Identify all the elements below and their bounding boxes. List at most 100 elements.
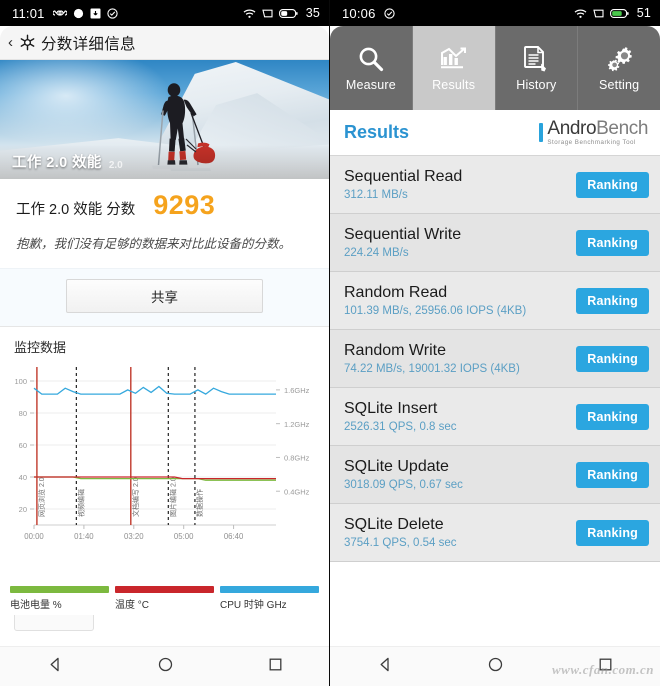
infinity-icon	[52, 8, 67, 18]
score-value: 9293	[153, 190, 216, 220]
back-icon[interactable]	[47, 656, 64, 678]
table-row[interactable]: Random Write 74.22 MB/s, 19001.32 IOPS (4…	[330, 330, 660, 388]
recents-icon[interactable]	[597, 656, 614, 678]
status-left-icons	[52, 7, 118, 19]
benchmark-version-badge: 2.0	[108, 160, 123, 171]
svg-text:1.2GHz: 1.2GHz	[284, 420, 310, 429]
result-value: 2526.31 QPS, 0.8 sec	[344, 421, 457, 433]
result-text: Sequential Read 312.11 MB/s	[344, 168, 462, 201]
ranking-button[interactable]: Ranking	[576, 229, 649, 256]
status-left-icons	[383, 7, 395, 19]
result-name: Random Write	[344, 342, 446, 359]
magnifier-icon	[356, 44, 386, 74]
brand-tick-icon	[539, 122, 544, 142]
result-value: 3018.09 QPS, 0.67 sec	[344, 479, 463, 491]
result-name: SQLite Update	[344, 458, 449, 475]
result-text: Sequential Write 224.24 MB/s	[344, 226, 461, 259]
check-circle-icon	[106, 7, 118, 19]
page-title: 分数详细信息	[41, 35, 136, 53]
svg-text:视频编辑: 视频编辑	[76, 489, 85, 517]
pcmark-logo-icon	[18, 33, 37, 52]
ranking-button[interactable]: Ranking	[576, 171, 649, 198]
status-right-icons: 35	[243, 6, 320, 20]
download-icon	[90, 8, 101, 19]
legend-swatch-cpu	[220, 586, 319, 593]
result-text: SQLite Delete 3754.1 QPS, 0.54 sec	[344, 516, 457, 549]
table-row[interactable]: Sequential Read 312.11 MB/s Ranking	[330, 156, 660, 214]
svg-text:80: 80	[19, 409, 27, 418]
tab-setting[interactable]: Setting	[578, 26, 660, 110]
ranking-button[interactable]: Ranking	[576, 287, 649, 314]
tab-history[interactable]: History	[495, 26, 579, 110]
wifi-icon	[574, 8, 587, 19]
monitoring-chart-svg: 100 80 60 40 20 1.6GHz 1.2GHz 0.8GHz 0.4GHz 00:00…	[14, 367, 310, 541]
battery-percent: 51	[636, 6, 651, 20]
result-value: 312.11 MB/s	[344, 189, 408, 201]
tab-label-measure: Measure	[345, 78, 396, 92]
result-value: 3754.1 QPS, 0.54 sec	[344, 537, 457, 549]
wifi-icon	[243, 8, 256, 19]
dual-phone-screenshot: 11:01 35 ‹ 分数详细信息 工作 2.0 效能 2.0 工作 2.0 效…	[0, 0, 660, 686]
ranking-button[interactable]: Ranking	[576, 345, 649, 372]
svg-text:06:40: 06:40	[224, 532, 244, 541]
legend-item-battery: 电池电量 %	[10, 586, 109, 611]
svg-text:20: 20	[19, 505, 27, 514]
tab-results[interactable]: Results	[412, 26, 496, 110]
result-name: Sequential Write	[344, 226, 462, 243]
left-phone-pcmark: 11:01 35 ‹ 分数详细信息 工作 2.0 效能 2.0 工作 2.0 效…	[0, 0, 330, 686]
tab-label-setting: Setting	[598, 78, 640, 92]
brand-name-part2: Bench	[596, 117, 648, 139]
tab-label-history: History	[516, 78, 557, 92]
battery-icon	[609, 8, 629, 19]
pcmark-app-header: ‹ 分数详细信息	[0, 26, 329, 60]
hero-label: 工作 2.0 效能 2.0	[0, 145, 329, 179]
sim-icon	[261, 8, 273, 19]
tab-label-results: Results	[432, 78, 476, 92]
legend-label-battery: 电池电量 %	[10, 600, 62, 611]
brand-name: AndroBench	[547, 118, 648, 139]
tab-measure[interactable]: Measure	[330, 26, 413, 110]
home-icon[interactable]	[487, 656, 504, 678]
table-row[interactable]: Sequential Write 224.24 MB/s Ranking	[330, 214, 660, 272]
table-row[interactable]: SQLite Delete 3754.1 QPS, 0.54 sec Ranking	[330, 504, 660, 562]
recents-icon[interactable]	[267, 656, 284, 678]
svg-text:1.6GHz: 1.6GHz	[284, 386, 310, 395]
table-row[interactable]: SQLite Insert 2526.31 QPS, 0.8 sec Ranking	[330, 388, 660, 446]
ranking-button[interactable]: Ranking	[576, 461, 649, 488]
svg-text:0.8GHz: 0.8GHz	[284, 454, 310, 463]
nav-bar-right	[330, 646, 660, 686]
brand-tagline: Storage Benchmarking Tool	[547, 138, 636, 146]
sim-icon	[592, 8, 604, 19]
results-list: Sequential Read 312.11 MB/s Ranking Sequent…	[330, 156, 660, 562]
table-row[interactable]: SQLite Update 3018.09 QPS, 0.67 sec Rankin…	[330, 446, 660, 504]
ranking-button[interactable]: Ranking	[576, 403, 649, 430]
status-time: 10:06	[342, 5, 376, 21]
svg-text:03:20: 03:20	[124, 532, 144, 541]
status-time: 11:01	[12, 5, 45, 21]
androbench-tab-bar: Measure Results History Setting	[330, 26, 660, 110]
score-note: 抱歉，我们没有足够的数据来对比此设备的分数。	[0, 231, 329, 268]
result-value: 74.22 MB/s, 19001.32 IOPS (4KB)	[344, 363, 520, 375]
result-name: Random Read	[344, 284, 448, 301]
svg-text:05:00: 05:00	[174, 532, 194, 541]
check-circle-icon	[383, 7, 395, 19]
back-icon[interactable]	[377, 656, 394, 678]
benchmark-name: 工作 2.0 效能	[12, 155, 102, 171]
svg-text:数据操作: 数据操作	[195, 489, 204, 517]
table-row[interactable]: Random Read 101.39 MB/s, 25956.06 IOPS (4…	[330, 272, 660, 330]
home-icon[interactable]	[157, 656, 174, 678]
ranking-button[interactable]: Ranking	[576, 519, 649, 546]
next-card-peek	[0, 615, 329, 633]
result-text: SQLite Insert 2526.31 QPS, 0.8 sec	[344, 400, 457, 433]
benchmark-hero-image: 工作 2.0 效能 2.0	[0, 60, 329, 179]
svg-text:0.4GHz: 0.4GHz	[284, 487, 310, 496]
battery-percent: 35	[305, 6, 320, 20]
chart-icon	[439, 44, 469, 74]
legend-item-cpu: CPU 时钟 GHz	[220, 586, 319, 611]
share-button[interactable]: 共享	[66, 279, 263, 313]
chart-legend: 电池电量 % 温度 °C CPU 时钟 GHz	[0, 578, 329, 615]
back-chevron-icon[interactable]: ‹	[8, 35, 14, 50]
result-text: Random Write 74.22 MB/s, 19001.32 IOPS (4…	[344, 342, 520, 375]
result-text: SQLite Update 3018.09 QPS, 0.67 sec	[344, 458, 463, 491]
monitor-section-title: 监控数据	[0, 326, 329, 365]
